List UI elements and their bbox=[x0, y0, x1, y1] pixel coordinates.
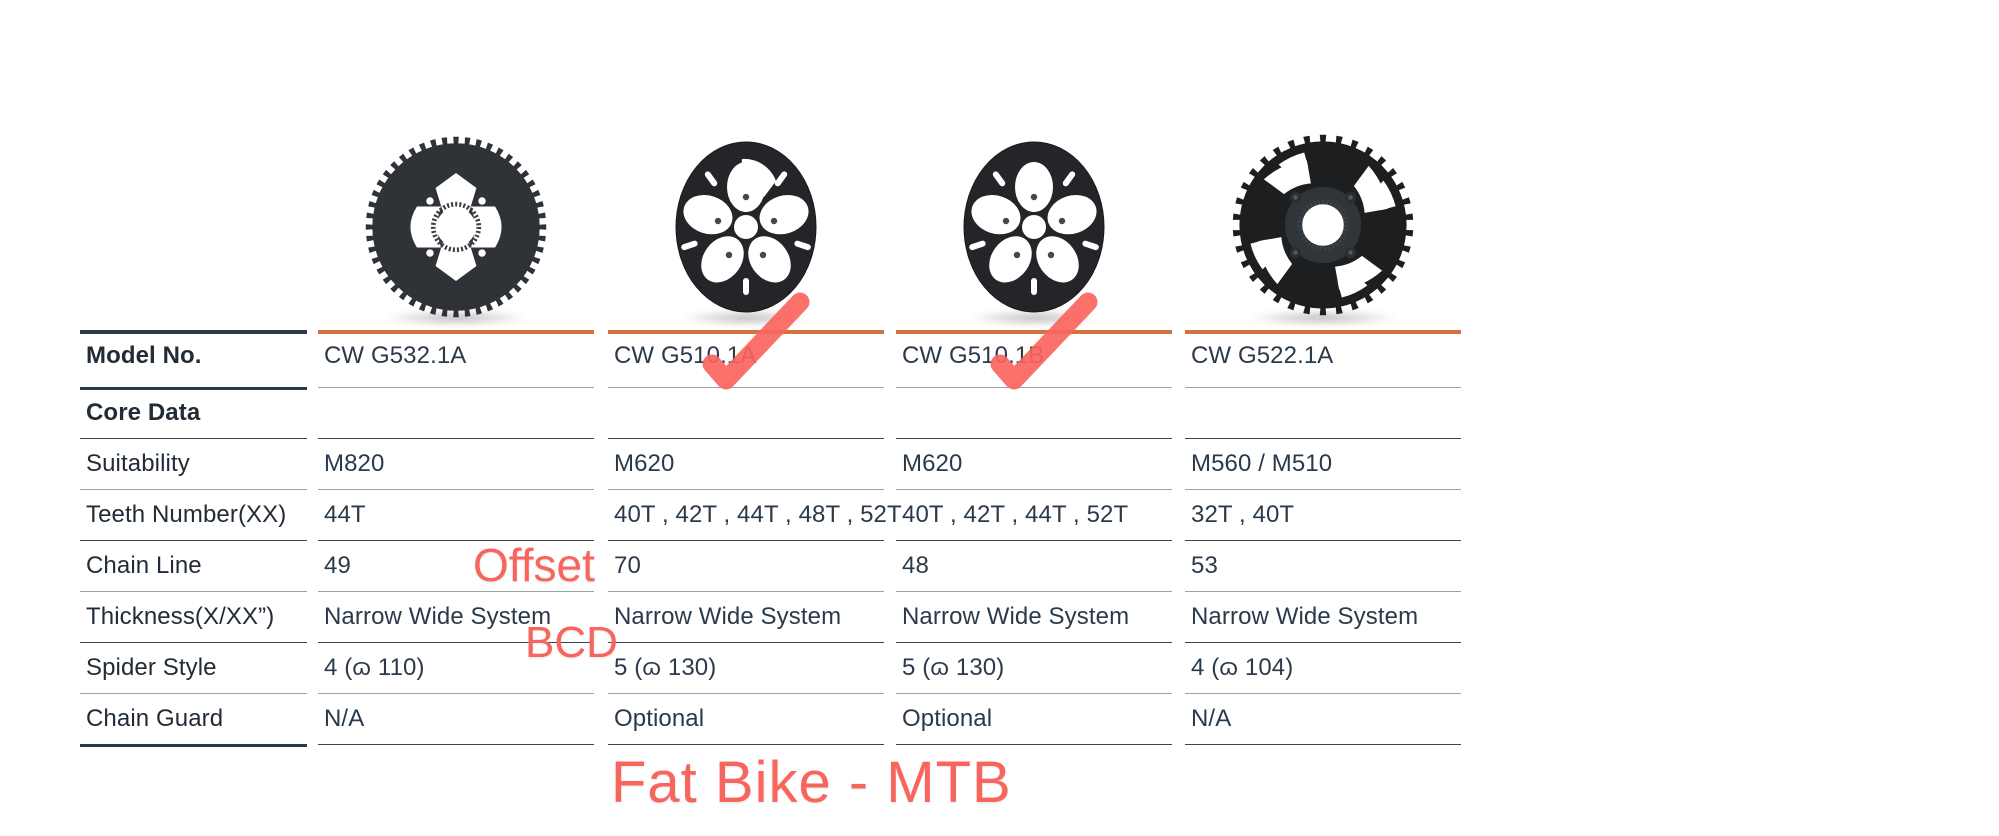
cell-thickness-col2: Narrow Wide System bbox=[614, 602, 842, 630]
cell-thickness-col4: Narrow Wide System bbox=[1191, 602, 1419, 630]
product-image-1 bbox=[318, 30, 594, 326]
cell-chain-guard-col4: N/A bbox=[1191, 704, 1232, 732]
row-label-thickness: Thickness(X/XX”) bbox=[86, 602, 275, 630]
specification-table: Model No. CW G532.1A CW G510.1A CW G510.… bbox=[0, 330, 1999, 750]
cell-teeth-number-col3: 40T , 42T , 44T , 52T bbox=[902, 500, 1129, 528]
row-label-core-data: Core Data bbox=[86, 398, 201, 426]
cell-suitability-col4: M560 / M510 bbox=[1191, 449, 1333, 477]
cell-teeth-number-col4: 32T , 40T bbox=[1191, 500, 1295, 528]
annotation-bcd: BCD bbox=[525, 618, 618, 667]
cell-chain-guard-col3: Optional bbox=[902, 704, 993, 732]
row-label-suitability: Suitability bbox=[86, 449, 190, 477]
cell-core-data-col3 bbox=[896, 387, 1172, 438]
cell-chain-guard-col1: N/A bbox=[324, 704, 365, 732]
cell-suitability-col2: M620 bbox=[614, 449, 675, 477]
product-shadow bbox=[383, 310, 529, 326]
cell-model-col4: CW G522.1A bbox=[1191, 341, 1334, 369]
cell-thickness-col3: Narrow Wide System bbox=[902, 602, 1130, 630]
table-row: Teeth Number(XX) 44T 40T , 42T , 44T , 4… bbox=[0, 489, 1999, 540]
product-image-2 bbox=[608, 30, 884, 326]
cell-teeth-number-col1: 44T bbox=[324, 500, 366, 528]
table-row: Suitability M820 M620 M620 M560 / M510 bbox=[0, 438, 1999, 489]
annotation-offset: Offset bbox=[473, 539, 595, 591]
chainring-4-arm-spider-44t-icon bbox=[365, 136, 547, 318]
product-image-4 bbox=[1185, 30, 1461, 326]
annotation-bottom-caption: Fat Bike - MTB bbox=[611, 750, 1012, 815]
cell-chain-line-col2: 70 bbox=[614, 551, 641, 579]
cell-spider-style-col2: 5 (ɷ 130) bbox=[614, 653, 717, 681]
chainring-4-arm-direct-mount-40t-icon bbox=[1232, 134, 1414, 316]
product-image-strip bbox=[0, 0, 1999, 330]
row-label-chain-guard: Chain Guard bbox=[86, 704, 224, 732]
product-image-3 bbox=[896, 30, 1172, 326]
cell-spider-style-col4: 4 (ɷ 104) bbox=[1191, 653, 1294, 681]
product-shadow bbox=[1248, 310, 1398, 326]
cell-suitability-col3: M620 bbox=[902, 449, 963, 477]
cell-spider-style-col3: 5 (ɷ 130) bbox=[902, 653, 1005, 681]
table-row: Chain Guard N/A Optional Optional N/A bbox=[0, 693, 1999, 744]
cell-core-data-col4 bbox=[1185, 387, 1461, 438]
cell-chain-line-col3: 48 bbox=[902, 551, 929, 579]
cell-model-col1: CW G532.1A bbox=[324, 341, 467, 369]
cell-core-data-col1 bbox=[318, 387, 594, 438]
red-check-mark-column-2 bbox=[702, 292, 810, 390]
table-row: Chain Line 49 70 48 53 bbox=[0, 540, 1999, 591]
table-row: Thickness(X/XX”) Narrow Wide System Narr… bbox=[0, 591, 1999, 642]
cell-teeth-number-col2: 40T , 42T , 44T , 48T , 52T bbox=[614, 500, 902, 528]
cell-chain-line-col4: 53 bbox=[1191, 551, 1218, 579]
row-label-chain-line: Chain Line bbox=[86, 551, 202, 579]
row-label-teeth-number: Teeth Number(XX) bbox=[86, 500, 287, 528]
table-row: Core Data bbox=[0, 387, 1999, 438]
table-row: Spider Style 4 (ɷ 110) 5 (ɷ 130) 5 (ɷ 13… bbox=[0, 642, 1999, 693]
cell-chain-guard-col2: Optional bbox=[614, 704, 705, 732]
cell-core-data-col2 bbox=[608, 387, 884, 438]
row-label-spider-style: Spider Style bbox=[86, 653, 217, 681]
red-check-mark-column-3 bbox=[990, 292, 1098, 390]
row-label-model-no: Model No. bbox=[86, 341, 202, 369]
cell-suitability-col1: M820 bbox=[324, 449, 385, 477]
